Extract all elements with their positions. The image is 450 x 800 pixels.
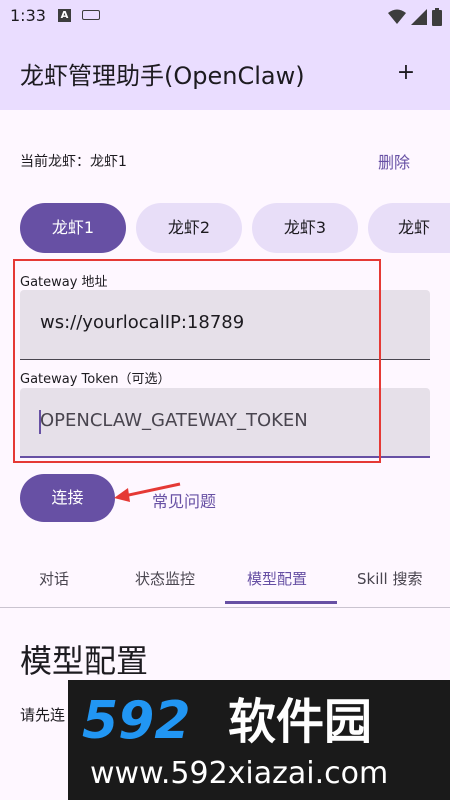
add-button[interactable]: +: [394, 58, 418, 88]
chip-lobster-1[interactable]: 龙虾1: [20, 203, 126, 253]
current-lobster-label: 当前龙虾：龙虾1: [20, 154, 127, 170]
section-title: 模型配置: [20, 642, 149, 680]
connect-hint: 请先连: [20, 706, 66, 724]
chip-lobster-4[interactable]: 龙虾: [368, 203, 450, 253]
delete-button[interactable]: 删除: [378, 149, 410, 173]
keyboard-icon: [82, 10, 100, 20]
tab-model-config[interactable]: 模型配置: [247, 568, 307, 589]
connect-button[interactable]: 连接: [20, 474, 115, 522]
chip-lobster-3[interactable]: 龙虾3: [252, 203, 358, 253]
signal-icon: [411, 9, 427, 25]
faq-link[interactable]: 常见问题: [152, 488, 216, 512]
input-method-icon: A: [58, 9, 71, 22]
watermark-logo: 592 软件园: [82, 691, 372, 748]
lobster-chip-list: 龙虾1 龙虾2 龙虾3 龙虾: [20, 203, 450, 253]
app-bar: 龙虾管理助手(OpenClaw) +: [0, 34, 450, 110]
app-title: 龙虾管理助手(OpenClaw): [20, 62, 305, 90]
svg-text:592: 592: [82, 691, 191, 748]
tab-skill-search[interactable]: Skill 搜索: [357, 568, 422, 589]
svg-text:软件园: 软件园: [228, 694, 372, 748]
battery-icon: [432, 8, 442, 26]
watermark: 592 软件园 www.592xiazai.com: [68, 680, 450, 800]
status-time: 1:33: [10, 6, 46, 25]
wifi-icon: [388, 9, 406, 24]
chip-lobster-2[interactable]: 龙虾2: [136, 203, 242, 253]
tab-chat[interactable]: 对话: [39, 568, 69, 589]
tab-bar: 对话 状态监控 模型配置 Skill 搜索: [0, 552, 450, 608]
screen: 1:33 A 龙虾管理助手(OpenClaw) + 当前龙虾：龙虾1 删除 龙虾…: [0, 0, 450, 800]
annotation-highlight-box: [13, 259, 381, 463]
status-icons: [388, 6, 442, 28]
tab-indicator: [225, 601, 337, 604]
watermark-url: www.592xiazai.com: [90, 756, 389, 791]
status-bar: 1:33 A: [0, 0, 450, 34]
tab-status-monitor[interactable]: 状态监控: [135, 568, 195, 589]
